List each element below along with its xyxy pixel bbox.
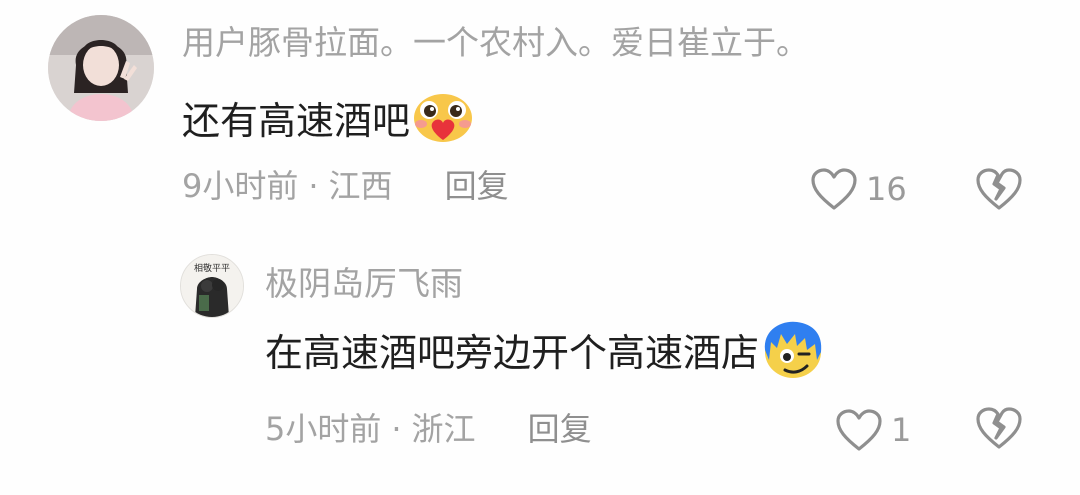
- comment-time: 5小时前: [265, 410, 382, 448]
- like-count: 1: [891, 411, 912, 449]
- heart-icon: [810, 167, 858, 211]
- comment-location: 浙江: [411, 410, 476, 448]
- like-count: 16: [866, 170, 907, 208]
- heart-icon: [835, 408, 883, 452]
- meta-separator: ·: [308, 167, 319, 205]
- avatar[interactable]: 相敬平平: [180, 254, 244, 318]
- reply-button[interactable]: 回复: [528, 413, 592, 445]
- comment-text-body: 还有高速酒吧: [182, 99, 411, 143]
- comment-username[interactable]: 极阴岛厉飞雨: [265, 267, 463, 300]
- comment-text: 还有高速酒吧: [182, 92, 474, 150]
- like-button[interactable]: 16: [810, 167, 907, 211]
- comment-text: 在高速酒吧旁边开个高速酒店: [265, 320, 825, 386]
- blue-hair-smirk-emoji-icon: [761, 320, 825, 386]
- like-button[interactable]: 1: [835, 408, 911, 452]
- comment-meta: 5小时前 · 浙江 回复: [265, 413, 592, 445]
- dislike-button[interactable]: [975, 167, 1023, 215]
- dislike-button[interactable]: [975, 406, 1023, 454]
- comment-location: 江西: [328, 167, 393, 205]
- avatar[interactable]: [48, 15, 154, 121]
- comment-meta: 9小时前 · 江西 回复: [182, 170, 509, 202]
- broken-heart-icon: [975, 407, 1023, 454]
- blushing-heart-emoji-icon: [412, 92, 474, 150]
- comment-username[interactable]: 用户豚骨拉面。一个农村入。爱日崔立于。: [182, 26, 809, 59]
- meta-separator: ·: [391, 410, 402, 448]
- reply-button[interactable]: 回复: [445, 170, 509, 202]
- comment-item: 用户豚骨拉面。一个农村入。爱日崔立于。 还有高速酒吧 9小时前 · 江西 回复: [0, 0, 1080, 240]
- comment-text-body: 在高速酒吧旁边开个高速酒店: [265, 331, 760, 375]
- broken-heart-icon: [975, 168, 1023, 215]
- comment-item: 相敬平平 极阴岛厉飞雨 在高速酒吧旁边开个高速酒店 5小时前 · 浙江 回复 1: [0, 240, 1080, 495]
- comment-time: 9小时前: [182, 167, 299, 205]
- avatar-text: 相敬平平: [194, 262, 230, 274]
